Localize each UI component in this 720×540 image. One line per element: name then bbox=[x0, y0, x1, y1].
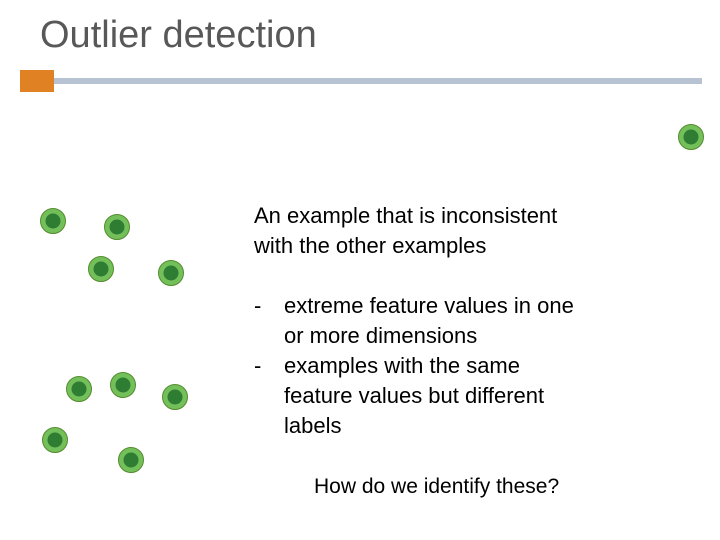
data-point-icon bbox=[162, 384, 188, 410]
bullet-dash: - bbox=[254, 351, 284, 441]
question-text: How do we identify these? bbox=[314, 475, 559, 499]
definition-text: An example that is inconsistent with the… bbox=[254, 201, 580, 261]
bullet-item: - extreme feature values in one or more … bbox=[254, 291, 589, 351]
data-point-icon bbox=[40, 208, 66, 234]
bullet-text: extreme feature values in one or more di… bbox=[284, 291, 589, 351]
data-point-icon bbox=[678, 124, 704, 150]
data-point-icon bbox=[158, 260, 184, 286]
bullet-list: - extreme feature values in one or more … bbox=[254, 291, 589, 441]
data-point-icon bbox=[42, 427, 68, 453]
bullet-item: - examples with the same feature values … bbox=[254, 351, 589, 441]
bullet-text: examples with the same feature values bu… bbox=[284, 351, 589, 441]
data-point-icon bbox=[66, 376, 92, 402]
data-point-icon bbox=[88, 256, 114, 282]
bullet-dash: - bbox=[254, 291, 284, 351]
scatter-dots bbox=[0, 0, 720, 540]
data-point-icon bbox=[110, 372, 136, 398]
data-point-icon bbox=[118, 447, 144, 473]
data-point-icon bbox=[104, 214, 130, 240]
